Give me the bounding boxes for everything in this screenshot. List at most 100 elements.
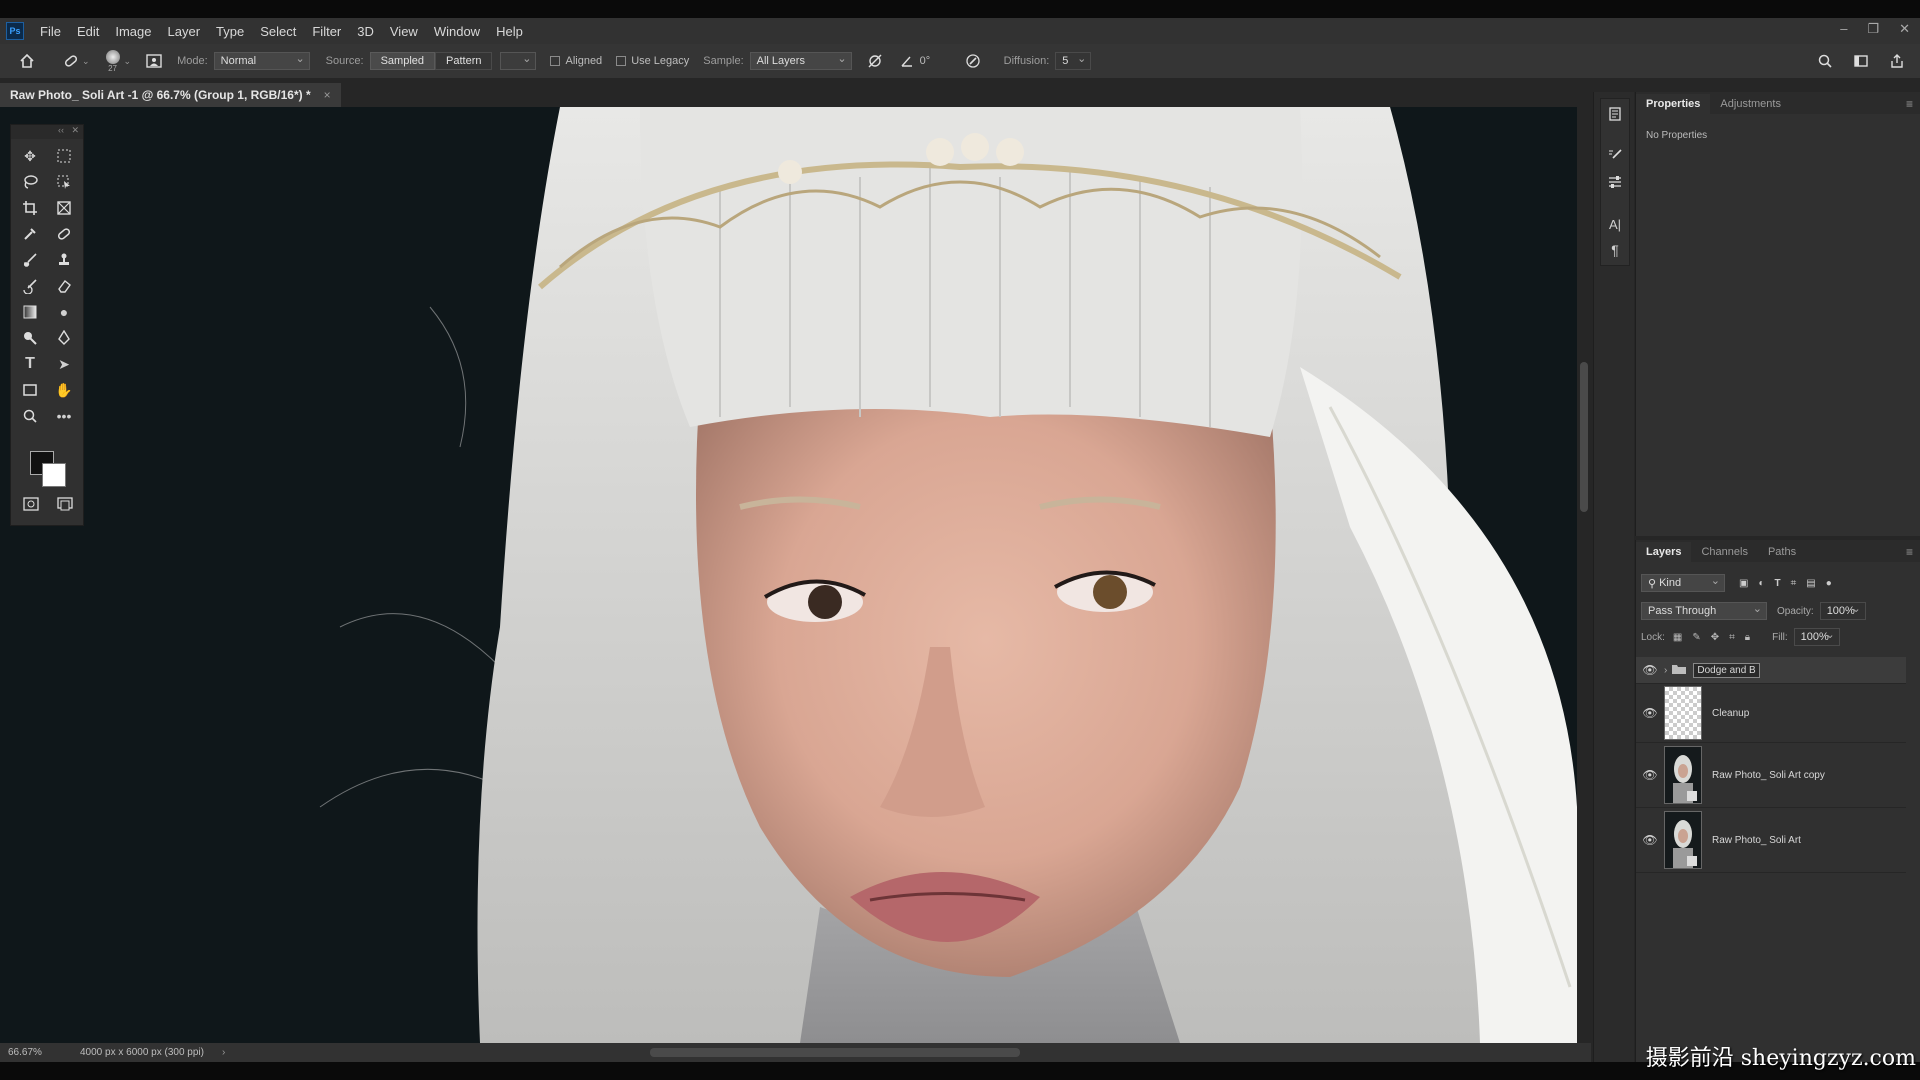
vertical-scrollbar[interactable] (1577, 107, 1591, 1043)
visibility-eye-icon[interactable]: 👁︎ (1636, 768, 1664, 782)
lock-image-icon[interactable]: ✎ (1692, 632, 1700, 643)
menu-help[interactable]: Help (488, 24, 531, 39)
quick-mask-icon[interactable] (23, 497, 39, 511)
clone-source-icon[interactable] (145, 52, 163, 70)
toolbox-header[interactable]: ‹‹ ✕ (11, 125, 83, 139)
filter-pixel-icon[interactable]: ▣ (1739, 578, 1748, 589)
blend-mode-dropdown[interactable]: Pass Through (1641, 602, 1767, 620)
sample-dropdown[interactable]: All Layers (749, 52, 852, 70)
more-tools-icon[interactable]: ••• (47, 403, 81, 429)
menu-3d[interactable]: 3D (349, 24, 382, 39)
ignore-adjustment-layers-icon[interactable] (866, 52, 884, 70)
filter-smart-object-icon[interactable]: ▤ (1806, 578, 1815, 589)
layer-row-group[interactable]: 👁︎ › Dodge and B (1636, 657, 1906, 684)
status-menu-arrow-icon[interactable]: › (222, 1047, 225, 1058)
angle-value[interactable]: 0° (920, 55, 964, 67)
object-selection-tool-icon[interactable] (47, 169, 81, 195)
blur-tool-icon[interactable]: ● (47, 299, 81, 325)
visibility-eye-icon[interactable]: 👁︎ (1636, 663, 1664, 677)
color-swatches[interactable] (27, 447, 71, 491)
lock-position-icon[interactable]: ✥ (1711, 632, 1719, 643)
filter-adjustment-icon[interactable]: ◐ (1758, 578, 1764, 589)
workspace-icon[interactable] (1852, 52, 1870, 70)
vertical-scroll-thumb[interactable] (1580, 362, 1588, 512)
use-legacy-checkbox[interactable] (616, 56, 627, 66)
path-selection-tool-icon[interactable]: ➤ (47, 351, 81, 377)
menu-file[interactable]: File (32, 24, 69, 39)
canvas[interactable] (0, 107, 1577, 1043)
spot-healing-tool-icon[interactable] (47, 221, 81, 247)
eraser-tool-icon[interactable] (47, 273, 81, 299)
lasso-tool-icon[interactable] (13, 169, 47, 195)
menu-image[interactable]: Image (107, 24, 159, 39)
opacity-field[interactable]: 100% (1819, 602, 1866, 620)
visibility-eye-icon[interactable]: 👁︎ (1636, 706, 1664, 720)
frame-tool-icon[interactable] (47, 195, 81, 221)
eyedropper-tool-icon[interactable] (13, 221, 47, 247)
layer-row[interactable]: 👁︎ Cleanup (1636, 684, 1906, 743)
menu-type[interactable]: Type (208, 24, 252, 39)
background-color-swatch[interactable] (42, 463, 66, 487)
menu-view[interactable]: View (382, 24, 426, 39)
menu-filter[interactable]: Filter (304, 24, 349, 39)
brush-settings-icon[interactable] (1606, 147, 1624, 165)
filter-shape-icon[interactable]: ⌗ (1791, 578, 1797, 589)
document-tab[interactable]: Raw Photo_ Soli Art -1 @ 66.7% (Group 1,… (0, 83, 341, 107)
pen-tool-icon[interactable] (47, 325, 81, 351)
tool-preset-chevron-icon[interactable]: ⌄ (82, 56, 90, 67)
tab-channels[interactable]: Channels (1691, 542, 1757, 562)
properties-menu-icon[interactable]: ≡ (1906, 97, 1913, 111)
move-tool-icon[interactable]: ✥ (13, 143, 47, 169)
close-document-icon[interactable]: × (324, 88, 331, 102)
layer-row[interactable]: 👁︎ Raw Photo_ Soli Art copy (1636, 743, 1906, 808)
menu-select[interactable]: Select (252, 24, 304, 39)
dodge-tool-icon[interactable] (13, 325, 47, 351)
crop-tool-icon[interactable] (13, 195, 47, 221)
marquee-tool-icon[interactable] (47, 143, 81, 169)
pattern-picker-dropdown[interactable] (500, 52, 537, 70)
paragraph-panel-icon[interactable]: ¶ (1606, 241, 1624, 259)
layers-menu-icon[interactable]: ≡ (1906, 545, 1913, 559)
healing-brush-icon[interactable] (62, 52, 80, 70)
restore-button[interactable]: ❐ (1867, 21, 1879, 37)
aligned-checkbox[interactable] (550, 56, 561, 66)
rectangle-tool-icon[interactable] (13, 377, 47, 403)
expand-group-chevron-icon[interactable]: › (1664, 665, 1667, 676)
tab-adjustments[interactable]: Adjustments (1710, 94, 1791, 114)
character-panel-icon[interactable]: A| (1606, 215, 1624, 233)
layer-name-edit-field[interactable]: Dodge and B (1693, 662, 1760, 678)
minimize-button[interactable]: – (1840, 21, 1847, 37)
home-icon[interactable] (18, 52, 36, 70)
share-icon[interactable] (1888, 52, 1906, 70)
lock-artboard-icon[interactable]: ⌗ (1729, 632, 1735, 643)
adjustments-panel-icon[interactable] (1606, 173, 1624, 191)
brush-preset-picker[interactable]: 27 (105, 49, 120, 73)
lock-all-icon[interactable]: 🔒︎ (1745, 632, 1750, 643)
layer-filter-dropdown[interactable]: ⚲ Kind (1641, 574, 1725, 592)
visibility-eye-icon[interactable]: 👁︎ (1636, 833, 1664, 847)
fill-field[interactable]: 100% (1793, 628, 1840, 646)
close-window-button[interactable]: ✕ (1899, 21, 1910, 37)
history-panel-icon[interactable] (1606, 105, 1624, 123)
menu-layer[interactable]: Layer (160, 24, 209, 39)
hand-tool-icon[interactable]: ✋ (47, 377, 81, 403)
brush-tool-icon[interactable] (13, 247, 47, 273)
horizontal-scroll-thumb[interactable] (650, 1048, 1020, 1057)
search-icon[interactable] (1816, 52, 1834, 70)
menu-edit[interactable]: Edit (69, 24, 107, 39)
mode-dropdown[interactable]: Normal (213, 52, 310, 70)
menu-window[interactable]: Window (426, 24, 488, 39)
zoom-tool-icon[interactable] (13, 403, 47, 429)
gradient-tool-icon[interactable] (13, 299, 47, 325)
diffusion-dropdown[interactable]: 5 (1055, 52, 1092, 70)
type-tool-icon[interactable]: T (13, 351, 47, 377)
lock-transparent-icon[interactable]: ▦ (1673, 632, 1682, 643)
filter-type-icon[interactable]: T (1775, 578, 1781, 589)
pressure-size-icon[interactable] (964, 52, 982, 70)
tab-paths[interactable]: Paths (1758, 542, 1806, 562)
screen-mode-icon[interactable] (57, 497, 73, 511)
tab-properties[interactable]: Properties (1636, 94, 1711, 114)
source-sampled-button[interactable]: Sampled (369, 52, 436, 70)
filter-toggle-icon[interactable]: ● (1826, 578, 1832, 589)
source-pattern-button[interactable]: Pattern (435, 52, 493, 70)
